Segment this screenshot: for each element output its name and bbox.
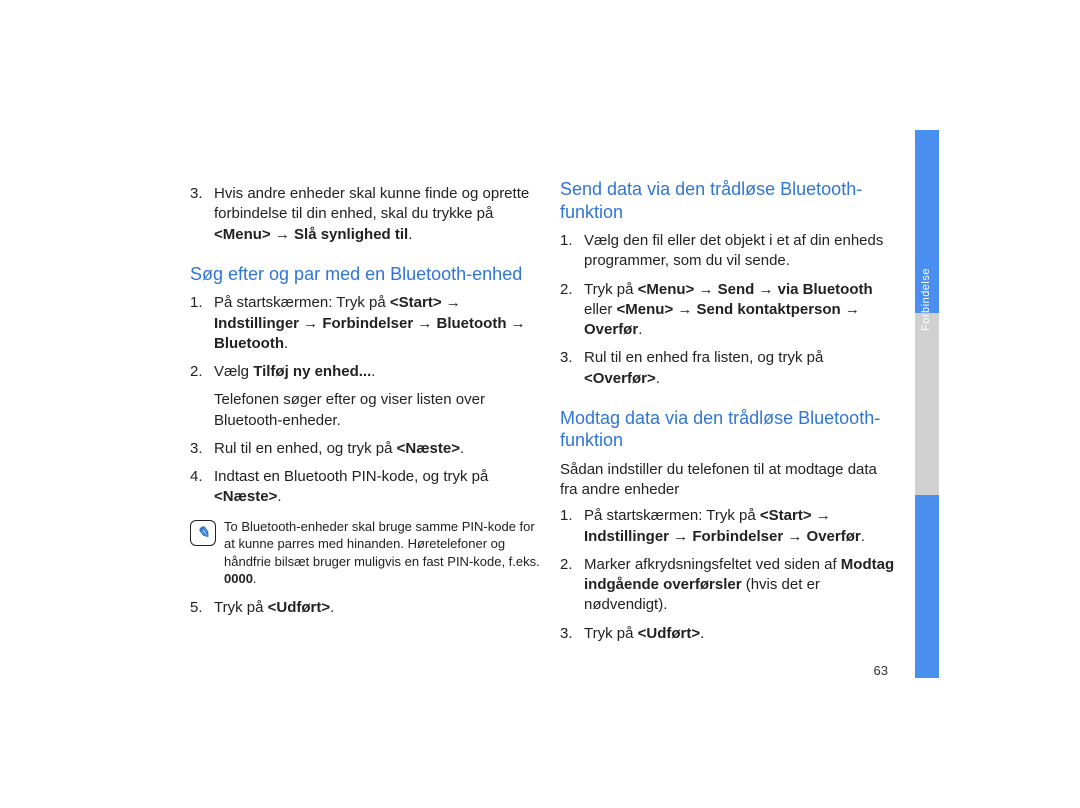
note-text: To Bluetooth-enheder skal bruge samme PI… (224, 518, 540, 588)
side-tab-active-lower (915, 495, 939, 678)
step-text: Vælg den fil eller det objekt i et af di… (584, 232, 883, 269)
ui-button: <Udført> (638, 625, 701, 642)
note-block: ✎ To Bluetooth-enheder skal bruge samme … (190, 518, 540, 588)
step-text: Vælg (214, 363, 253, 380)
heading-pair-bluetooth: Søg efter og par med en Bluetooth-enhed (190, 263, 540, 286)
step-text: Rul til en enhed fra listen, og tryk på (584, 349, 823, 366)
step-text: Tryk på (584, 625, 638, 642)
receive-intro: Sådan indstiller du telefonen til at mod… (560, 460, 895, 501)
manual-page: Forbindelse 63 3. Hvis andre enheder ska… (0, 0, 1080, 808)
pair-step-2: 2. Vælg Tilføj ny enhed.... (190, 362, 540, 382)
note-body: To Bluetooth-enheder skal bruge samme PI… (224, 519, 540, 569)
step-text: Hvis andre enheder skal kunne finde og o… (214, 185, 529, 222)
pair-step-1: 1. På startskærmen: Tryk på <Start> → In… (190, 293, 540, 354)
send-step-3: 3. Rul til en enhed fra listen, og tryk … (560, 348, 895, 389)
ui-button: <Næste> (397, 440, 460, 457)
right-column: Send data via den trådløse Bluetooth-fun… (560, 178, 895, 652)
ui-button: <Overfør> (584, 370, 656, 387)
ui-button: <Udført> (268, 599, 331, 616)
side-tab-active: Forbindelse (915, 130, 939, 313)
send-step-1: 1. Vælg den fil eller det objekt i et af… (560, 231, 895, 272)
side-tab-strip: Forbindelse (915, 130, 939, 678)
step-text: Rul til en enhed, og tryk på (214, 440, 397, 457)
step-text: Tryk på (214, 599, 268, 616)
side-tab-inactive (915, 313, 939, 496)
note-icon: ✎ (190, 520, 216, 546)
recv-step-1: 1. På startskærmen: Tryk på <Start> → In… (560, 506, 895, 547)
recv-step-2: 2. Marker afkrydsningsfeltet ved siden a… (560, 555, 895, 616)
ui-label: Tilføj ny enhed... (253, 363, 371, 380)
step-text: På startskærmen: Tryk på (584, 507, 760, 524)
ui-sequence: <Menu> → Send kontaktperson → Overfør (584, 301, 860, 338)
pair-step-4: 4. Indtast en Bluetooth PIN-kode, og try… (190, 467, 540, 508)
ui-sequence: <Menu> → Send → via Bluetooth (638, 281, 873, 298)
left-column: 3. Hvis andre enheder skal kunne finde o… (190, 178, 540, 652)
step-text: Tryk på (584, 281, 638, 298)
note-pin: 0000 (224, 571, 253, 586)
recv-step-3: 3. Tryk på <Udført>. (560, 624, 895, 644)
page-number: 63 (874, 663, 888, 678)
pair-step-2-note: Telefonen søger efter og viser listen ov… (214, 390, 540, 431)
step-text: eller (584, 301, 617, 318)
heading-send-data: Send data via den trådløse Bluetooth-fun… (560, 178, 895, 223)
step-text: På startskærmen: Tryk på (214, 294, 390, 311)
ui-button: <Næste> (214, 488, 277, 505)
side-tab-label: Forbindelse (920, 268, 932, 331)
heading-receive-data: Modtag data via den trådløse Bluetooth-f… (560, 407, 895, 452)
pair-step-3: 3. Rul til en enhed, og tryk på <Næste>. (190, 439, 540, 459)
continued-step-3: 3. Hvis andre enheder skal kunne finde o… (190, 184, 540, 245)
ui-sequence: <Menu> → Slå synlighed til (214, 226, 408, 243)
step-text: Indtast en Bluetooth PIN-kode, og tryk p… (214, 468, 488, 485)
step-text: Marker afkrydsningsfeltet ved siden af (584, 556, 841, 573)
pair-step-5: 5. Tryk på <Udført>. (190, 598, 540, 618)
send-step-2: 2. Tryk på <Menu> → Send → via Bluetooth… (560, 280, 895, 341)
